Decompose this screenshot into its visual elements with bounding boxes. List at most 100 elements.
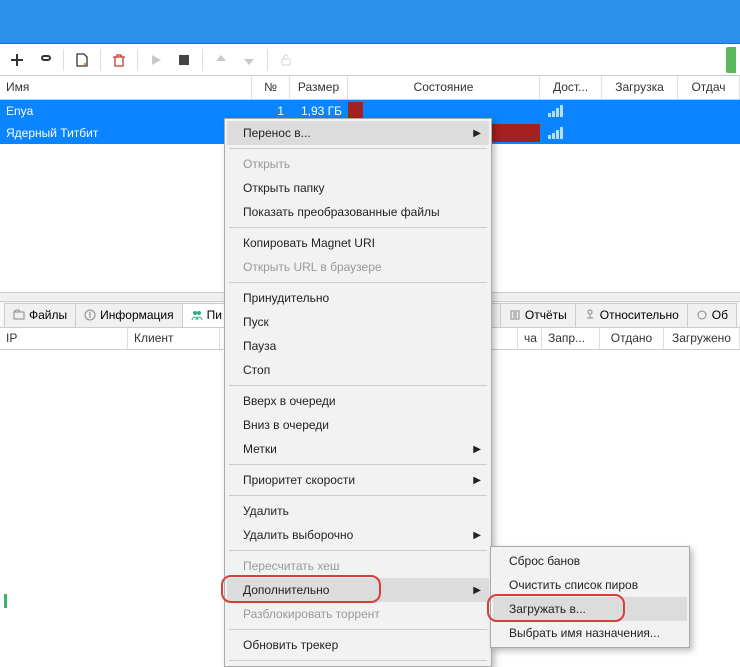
context-menu: Перенос в... ▶ Открыть Открыть папку Пок…: [224, 118, 492, 667]
peer-col-client[interactable]: Клиент: [128, 328, 220, 349]
ctx-start[interactable]: Пуск: [227, 310, 489, 334]
ctx-label: Дополнительно: [243, 583, 329, 597]
context-submenu: Сброс банов Очистить список пиров Загруж…: [490, 546, 690, 648]
create-torrent-button[interactable]: [69, 47, 95, 73]
ctx-label: Удалить выборочно: [243, 528, 353, 542]
ctx-move-to[interactable]: Перенос в... ▶: [227, 121, 489, 145]
chevron-right-icon: ▶: [473, 444, 481, 455]
sub-reset-bans[interactable]: Сброс банов: [493, 549, 687, 573]
chevron-right-icon: ▶: [473, 128, 481, 139]
tab-label: Информация: [100, 308, 173, 322]
ctx-label: Пауза: [243, 339, 276, 353]
tab-label: Относительно: [600, 308, 679, 322]
ctx-separator: [229, 550, 487, 551]
torrent-name: Ядерный Титбит: [0, 126, 252, 140]
peer-col-ip[interactable]: IP: [0, 328, 128, 349]
add-url-button[interactable]: [32, 47, 58, 73]
col-down[interactable]: Загрузка: [602, 76, 678, 99]
ctx-label: Вверх в очереди: [243, 394, 336, 408]
peer-col-loaded[interactable]: Загружено: [664, 328, 740, 349]
unlock-button[interactable]: [273, 47, 299, 73]
ctx-recalc-hash[interactable]: Пересчитать хеш: [227, 554, 489, 578]
ctx-label: Приоритет скорости: [243, 473, 355, 487]
ctx-pause[interactable]: Пауза: [227, 334, 489, 358]
ctx-show-converted[interactable]: Показать преобразованные файлы: [227, 200, 489, 224]
tab-info[interactable]: i Информация: [75, 303, 182, 327]
torrent-name: Enya: [0, 104, 252, 118]
svg-text:i: i: [89, 309, 92, 321]
tab-relative[interactable]: Относительно: [575, 303, 688, 327]
ctx-stop[interactable]: Стоп: [227, 358, 489, 382]
ctx-label: Открыть URL в браузере: [243, 260, 382, 274]
ctx-speed-priority[interactable]: Приоритет скорости ▶: [227, 468, 489, 492]
signal-icon: [548, 127, 563, 139]
ctx-separator: [229, 227, 487, 228]
sub-choose-dest[interactable]: Выбрать имя назначения...: [493, 621, 687, 645]
torrent-size: 1,93 ГБ: [290, 104, 348, 118]
torrent-availability: [540, 127, 602, 139]
ctx-open-url[interactable]: Открыть URL в браузере: [227, 255, 489, 279]
ctx-label: Перенос в...: [243, 126, 311, 140]
ctx-copy-magnet[interactable]: Копировать Magnet URI: [227, 231, 489, 255]
col-size[interactable]: Размер: [290, 76, 348, 99]
peer-col-given[interactable]: Отдано: [600, 328, 664, 349]
ctx-label: Метки: [243, 442, 277, 456]
col-name[interactable]: Имя: [0, 76, 252, 99]
ctx-separator: [229, 282, 487, 283]
toolbar-separator: [267, 49, 268, 71]
ctx-label: Сброс банов: [509, 554, 580, 568]
chevron-right-icon: ▶: [473, 585, 481, 596]
torrent-num: 1: [252, 104, 290, 118]
torrent-availability: [540, 105, 602, 117]
ctx-label: Очистить список пиров: [509, 578, 638, 592]
ctx-label: Показать преобразованные файлы: [243, 205, 440, 219]
toolbar-separator: [100, 49, 101, 71]
peer-col-zapr[interactable]: Запр...: [542, 328, 600, 349]
column-header: Имя № Размер Состояние Дост... Загрузка …: [0, 76, 740, 100]
ctx-label: Загружать в...: [509, 602, 586, 616]
ctx-label: Удалить: [243, 504, 289, 518]
delete-button[interactable]: [106, 47, 132, 73]
ctx-open[interactable]: Открыть: [227, 152, 489, 176]
start-button[interactable]: [143, 47, 169, 73]
tab-reports[interactable]: Отчёты: [500, 303, 576, 327]
ctx-update-tracker[interactable]: Обновить трекер: [227, 633, 489, 657]
ctx-separator: [229, 385, 487, 386]
title-bar: [0, 0, 740, 44]
stop-button[interactable]: [171, 47, 197, 73]
ctx-label: Открыть папку: [243, 181, 325, 195]
queue-up-button[interactable]: [208, 47, 234, 73]
ctx-force[interactable]: Принудительно: [227, 286, 489, 310]
ctx-additional[interactable]: Дополнительно ▶: [227, 578, 489, 602]
ctx-unblock[interactable]: Разблокировать торрент: [227, 602, 489, 626]
ctx-label: Копировать Magnet URI: [243, 236, 375, 250]
peer-col-cha[interactable]: ча: [518, 328, 542, 349]
ctx-open-folder[interactable]: Открыть папку: [227, 176, 489, 200]
tab-files[interactable]: Файлы: [4, 303, 76, 327]
ctx-queue-down[interactable]: Вниз в очереди: [227, 413, 489, 437]
toolbar-separator: [63, 49, 64, 71]
sub-download-to[interactable]: Загружать в...: [493, 597, 687, 621]
ctx-label: Пересчитать хеш: [243, 559, 340, 573]
col-num[interactable]: №: [252, 76, 290, 99]
col-state[interactable]: Состояние: [348, 76, 540, 99]
ctx-separator: [229, 148, 487, 149]
ctx-label: Выбрать имя назначения...: [509, 626, 660, 640]
tab-ob[interactable]: Об: [687, 303, 737, 327]
toolbar: [0, 44, 740, 76]
ctx-queue-up[interactable]: Вверх в очереди: [227, 389, 489, 413]
toolbar-separator: [137, 49, 138, 71]
ctx-delete-selective[interactable]: Удалить выборочно ▶: [227, 523, 489, 547]
chevron-right-icon: ▶: [473, 530, 481, 541]
sub-clear-peers[interactable]: Очистить список пиров: [493, 573, 687, 597]
col-avail[interactable]: Дост...: [540, 76, 602, 99]
signal-icon: [548, 105, 563, 117]
add-torrent-button[interactable]: [4, 47, 30, 73]
ctx-label: Принудительно: [243, 291, 329, 305]
col-up[interactable]: Отдач: [678, 76, 740, 99]
ctx-separator: [229, 464, 487, 465]
ctx-labels[interactable]: Метки ▶: [227, 437, 489, 461]
ctx-label: Пуск: [243, 315, 269, 329]
ctx-delete[interactable]: Удалить: [227, 499, 489, 523]
queue-down-button[interactable]: [236, 47, 262, 73]
